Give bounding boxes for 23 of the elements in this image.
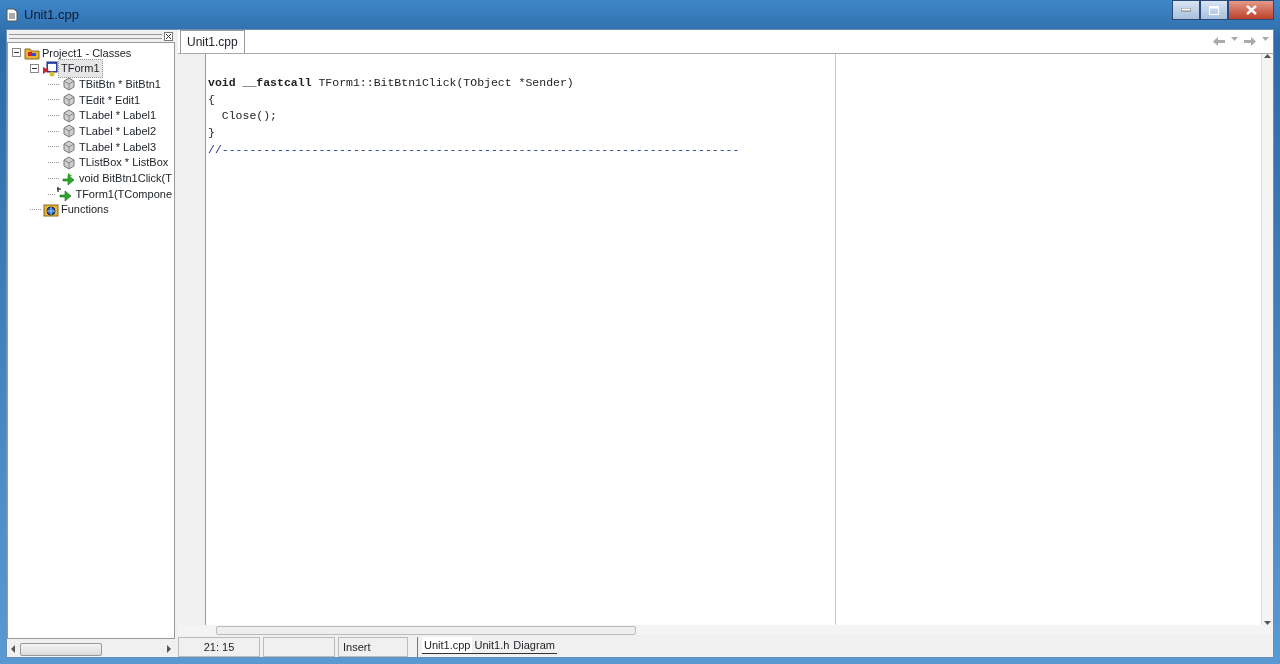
code-line: Close(); <box>220 108 278 125</box>
tree-item[interactable]: TForm1(TCompone <box>73 185 174 203</box>
tree-item[interactable]: TEdit * Edit1 <box>77 91 143 109</box>
tree-item[interactable]: TLabel * Label3 <box>77 138 159 156</box>
tree-item[interactable]: TLabel * Label2 <box>77 123 159 140</box>
cursor-position: 21: 15 <box>178 637 260 657</box>
code-line: } <box>208 125 216 141</box>
tree-item[interactable]: Functions <box>59 201 111 218</box>
file-tab[interactable]: Unit1.cpp <box>422 636 473 654</box>
file-tab[interactable]: Unit1.h <box>472 636 512 654</box>
code-comment: //--------------------------------------------------------------------------- <box>208 142 741 158</box>
tree-item[interactable]: TListBox * ListBox <box>77 154 171 171</box>
file-tab[interactable]: Diagram <box>511 636 557 654</box>
editor-tab[interactable]: Unit1.cpp <box>180 30 245 53</box>
edit-mode: Insert <box>338 637 408 657</box>
code-line: { <box>208 91 216 108</box>
tree-item[interactable]: TBitBtn * BitBtn1 <box>77 75 163 93</box>
tree-item[interactable]: TForm1 <box>58 59 103 78</box>
tree-item[interactable]: TLabel * Label1 <box>77 107 159 124</box>
tree-item[interactable]: Project1 - Classes <box>40 44 134 62</box>
tree-item[interactable]: void BitBtn1Click(T <box>77 170 174 187</box>
window-title: Unit1.cpp <box>24 5 79 24</box>
code-line: void __fastcall TForm1::BitBtn1Click(TObject *Sender) <box>208 74 575 91</box>
